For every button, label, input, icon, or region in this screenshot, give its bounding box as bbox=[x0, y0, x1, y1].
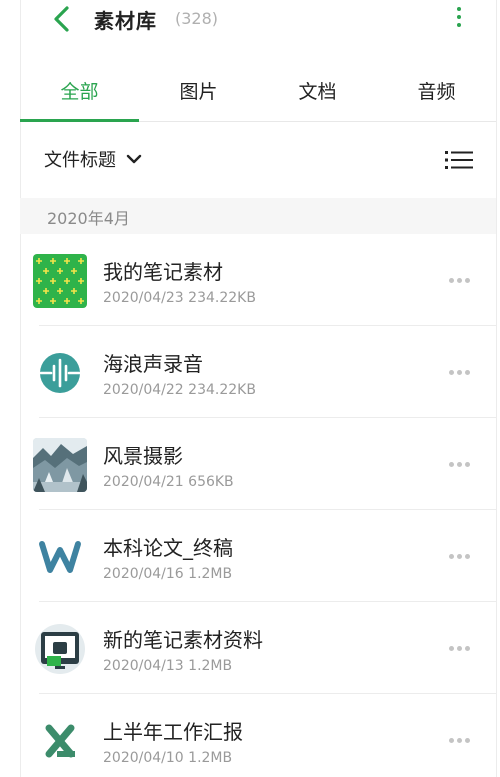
file-date: 2020/04/23 bbox=[103, 290, 184, 306]
more-horizontal-icon[interactable] bbox=[444, 271, 474, 289]
list-item[interactable]: 我的笔记素材 2020/04/23 234.22KB bbox=[20, 234, 496, 326]
file-name: 新的笔记素材资料 bbox=[103, 628, 263, 652]
chevron-left-icon bbox=[54, 6, 69, 32]
word-doc-icon bbox=[33, 530, 87, 584]
file-meta: 2020/04/21 656KB bbox=[103, 474, 234, 490]
file-size: 234.22KB bbox=[188, 290, 256, 306]
file-size: 1.2MB bbox=[188, 566, 233, 582]
file-size: 1.2MB bbox=[188, 750, 233, 766]
file-date: 2020/04/13 bbox=[103, 658, 184, 674]
file-size: 234.22KB bbox=[188, 382, 256, 398]
list-item[interactable]: 新的笔记素材资料 2020/04/13 1.2MB bbox=[20, 602, 496, 694]
audio-icon bbox=[33, 346, 87, 400]
section-date-label: 2020年4月 bbox=[47, 209, 130, 228]
green-pattern-thumbnail bbox=[33, 254, 87, 308]
item-count: (328) bbox=[175, 9, 219, 28]
file-list: 我的笔记素材 2020/04/23 234.22KB 海浪声录音 2020/04… bbox=[20, 234, 496, 777]
file-date: 2020/04/16 bbox=[103, 566, 184, 582]
more-horizontal-icon[interactable] bbox=[444, 731, 474, 749]
list-item[interactable]: 风景摄影 2020/04/21 656KB bbox=[20, 418, 496, 510]
file-name: 风景摄影 bbox=[103, 444, 183, 468]
frame-right-divider bbox=[496, 0, 497, 777]
file-name: 本科论文_终稿 bbox=[103, 536, 233, 560]
list-item[interactable]: 上半年工作汇报 2020/04/10 1.2MB bbox=[20, 694, 496, 777]
tab-all[interactable]: 全部 bbox=[20, 60, 139, 122]
more-vertical-icon[interactable] bbox=[447, 2, 471, 32]
note-screen-thumbnail bbox=[33, 622, 87, 676]
landscape-photo-thumbnail bbox=[33, 438, 87, 492]
list-item[interactable]: 本科论文_终稿 2020/04/16 1.2MB bbox=[20, 510, 496, 602]
more-horizontal-icon[interactable] bbox=[444, 639, 474, 657]
file-meta: 2020/04/10 1.2MB bbox=[103, 750, 232, 766]
file-date: 2020/04/22 bbox=[103, 382, 184, 398]
tab-audio[interactable]: 音频 bbox=[377, 60, 496, 121]
file-name: 海浪声录音 bbox=[103, 352, 203, 376]
back-button[interactable] bbox=[46, 2, 76, 36]
file-name: 我的笔记素材 bbox=[103, 260, 223, 284]
excel-doc-icon bbox=[33, 714, 87, 768]
file-meta: 2020/04/22 234.22KB bbox=[103, 382, 256, 398]
more-horizontal-icon[interactable] bbox=[444, 455, 474, 473]
file-name: 上半年工作汇报 bbox=[103, 720, 243, 744]
chevron-down-icon bbox=[126, 154, 142, 164]
more-horizontal-icon[interactable] bbox=[444, 547, 474, 565]
file-date: 2020/04/10 bbox=[103, 750, 184, 766]
list-view-icon[interactable] bbox=[444, 148, 474, 172]
app-header: 素材库 (328) bbox=[20, 0, 496, 40]
file-date: 2020/04/21 bbox=[103, 474, 184, 490]
file-meta: 2020/04/13 1.2MB bbox=[103, 658, 232, 674]
file-size: 656KB bbox=[188, 474, 234, 490]
page-title: 素材库 bbox=[94, 9, 157, 33]
file-meta: 2020/04/23 234.22KB bbox=[103, 290, 256, 306]
file-meta: 2020/04/16 1.2MB bbox=[103, 566, 232, 582]
more-horizontal-icon[interactable] bbox=[444, 363, 474, 381]
tab-documents[interactable]: 文档 bbox=[258, 60, 377, 121]
tab-images[interactable]: 图片 bbox=[139, 60, 258, 121]
list-item[interactable]: 海浪声录音 2020/04/22 234.22KB bbox=[20, 326, 496, 418]
file-size: 1.2MB bbox=[188, 658, 233, 674]
section-header: 2020年4月 bbox=[20, 198, 496, 234]
sort-label: 文件标题 bbox=[44, 150, 116, 171]
sort-dropdown[interactable]: 文件标题 bbox=[44, 146, 142, 172]
category-tabs: 全部 图片 文档 音频 bbox=[20, 60, 496, 122]
sort-toolbar: 文件标题 bbox=[20, 138, 496, 182]
